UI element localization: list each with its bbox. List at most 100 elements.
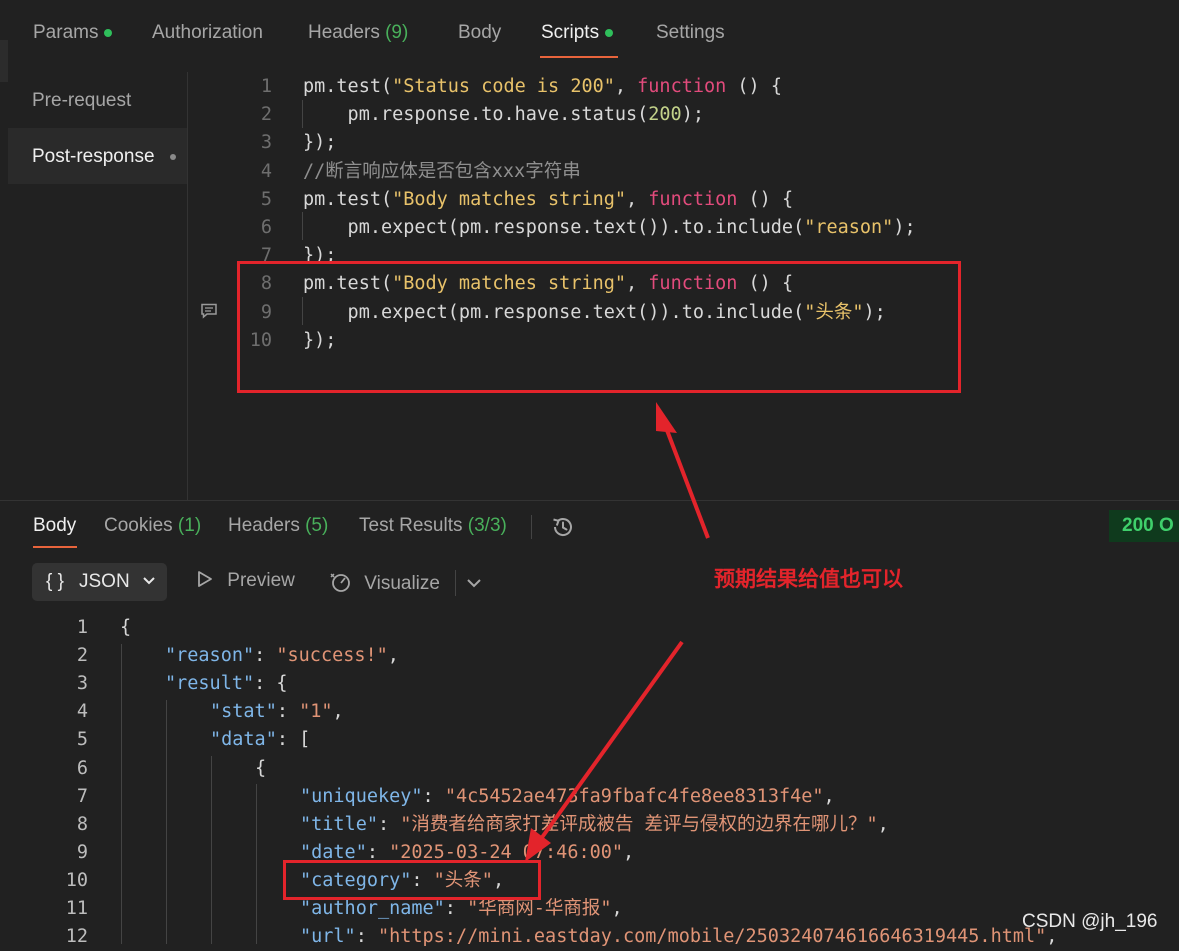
line-number: 2 (76, 645, 88, 667)
visualize-icon (330, 573, 350, 592)
json-punctuation: : [ (276, 729, 311, 751)
request-tabs: Params Authorization Headers (9) Body Sc… (0, 0, 1179, 82)
divider (455, 570, 456, 596)
modified-dot-icon (605, 28, 614, 37)
sidebar-item-label: Post-response (32, 146, 155, 167)
code-text: pm.test("Status code is 200", function (… (303, 73, 782, 101)
json-text: { (120, 614, 131, 642)
line-number: 5 (260, 188, 272, 210)
sidebar-item-post-response[interactable]: Post-response (8, 128, 187, 184)
braces-icon: { } (46, 571, 64, 592)
watermark: CSDN @jh_196 (1022, 911, 1158, 932)
json-line: 6{ (0, 755, 1179, 783)
code-line[interactable]: 3}); (188, 129, 1179, 157)
tab-scripts[interactable]: Scripts (541, 22, 614, 44)
line-number: 8 (76, 813, 88, 835)
json-punctuation: : (444, 898, 468, 919)
tab-authorization[interactable]: Authorization (152, 22, 263, 44)
annotation-label: 预期结果给值也可以 (714, 568, 903, 591)
code-token: //断言响应体是否包含xxx字符串 (303, 160, 581, 182)
visualize-button[interactable]: Visualize (329, 570, 440, 595)
tab-params[interactable]: Params (33, 22, 113, 44)
json-key: "stat" (210, 701, 277, 723)
line-number: 6 (260, 217, 272, 238)
line-number: 12 (65, 926, 88, 948)
code-line[interactable]: 6 pm.expect(pm.response.text()).to.inclu… (188, 214, 1179, 242)
status-badge: 200 O (1109, 510, 1179, 542)
json-punctuation: , (877, 813, 889, 835)
chevron-down-icon[interactable] (466, 577, 482, 589)
json-punctuation: : (276, 701, 300, 723)
code-line[interactable]: 2 pm.response.to.have.status(200); (188, 101, 1179, 129)
indent-guide (166, 700, 167, 944)
highlight-box (237, 261, 961, 393)
panel-edge (0, 40, 8, 82)
tab-headers[interactable]: Headers (9) (308, 22, 408, 44)
line-number: 4 (76, 701, 88, 723)
json-text: "stat": "1", (210, 698, 344, 726)
tab-response-headers[interactable]: Headers (5) (228, 515, 328, 537)
tab-response-body[interactable]: Body (33, 515, 76, 537)
json-line: 4 "stat": "1", (0, 698, 1179, 726)
json-key: "author_name" (300, 898, 445, 919)
history-icon[interactable] (550, 514, 576, 540)
tab-cookies[interactable]: Cookies (1) (104, 515, 201, 537)
line-number: 7 (76, 785, 88, 807)
json-key: "reason" (165, 645, 255, 667)
active-tab-indicator (33, 546, 77, 548)
code-text: pm.expect(pm.response.text()).to.include… (303, 214, 916, 242)
json-text: "result": { (165, 670, 288, 698)
code-token: "Status code is 200" (392, 76, 615, 97)
pane-divider[interactable] (0, 500, 1179, 501)
comment-icon[interactable] (200, 303, 218, 319)
json-value: "华商网-华商报" (467, 898, 612, 919)
code-token: pm.test( (303, 188, 393, 210)
divider (531, 515, 532, 539)
code-token: , (626, 188, 649, 210)
code-token: function (648, 188, 738, 210)
json-line: 11 "author_name": "华商网-华商报", (0, 895, 1179, 923)
sidebar-item-pre-request[interactable]: Pre-request (8, 72, 187, 128)
line-number: 1 (260, 76, 272, 97)
json-line: 10 "category": "头条", (0, 867, 1179, 895)
json-line: 8 "title": "消费者给商家打差评成被告 差评与侵权的边界在哪儿？", (0, 811, 1179, 839)
format-dropdown[interactable]: { } JSON (32, 563, 167, 601)
tab-test-results[interactable]: Test Results (3/3) (359, 515, 507, 537)
line-number: 3 (260, 132, 272, 154)
json-punctuation: : { (254, 673, 288, 695)
json-punctuation: , (623, 841, 635, 863)
code-token: , (614, 76, 638, 97)
json-line: 3 "result": { (0, 670, 1179, 698)
indent-guide (121, 644, 122, 944)
json-text: "data": [ (210, 726, 310, 754)
code-line[interactable]: 5 pm.test("Body matches string", function… (188, 186, 1179, 214)
json-punctuation: { (255, 757, 267, 779)
code-token: 200 (648, 104, 682, 126)
json-punctuation: : (422, 785, 445, 807)
json-value: "1" (299, 701, 333, 723)
chevron-down-icon (143, 577, 155, 585)
json-text: "url": "https://mini.eastday.com/mobile/… (300, 923, 1057, 951)
json-key: "title" (300, 813, 378, 835)
code-text: //断言响应体是否包含xxx字符串 (303, 158, 581, 186)
play-icon (198, 571, 212, 587)
code-token: () { (726, 76, 782, 97)
tab-body[interactable]: Body (458, 22, 501, 44)
json-line: 7 "uniquekey": "4c5452ae473fa9fbafc4fe8ee… (0, 783, 1179, 811)
json-key: "data" (210, 729, 277, 751)
script-sidebar: Pre-request Post-response (8, 72, 188, 500)
code-text: pm.test("Body matches string", function … (303, 186, 793, 214)
code-token: pm.test( (303, 76, 393, 97)
line-number: 9 (76, 841, 88, 863)
tab-settings[interactable]: Settings (656, 22, 725, 44)
code-text: }); (303, 129, 336, 157)
line-number: 6 (76, 757, 88, 779)
code-token: function (637, 76, 727, 97)
preview-button[interactable]: Preview (196, 570, 295, 592)
active-tab-indicator (540, 56, 618, 58)
code-line[interactable]: 1 pm.test("Status code is 200", function … (188, 73, 1179, 101)
modified-dot-icon (104, 28, 113, 37)
line-number: 11 (65, 898, 88, 919)
code-token: ); (681, 104, 704, 126)
code-line[interactable]: 4 //断言响应体是否包含xxx字符串 (188, 158, 1179, 186)
